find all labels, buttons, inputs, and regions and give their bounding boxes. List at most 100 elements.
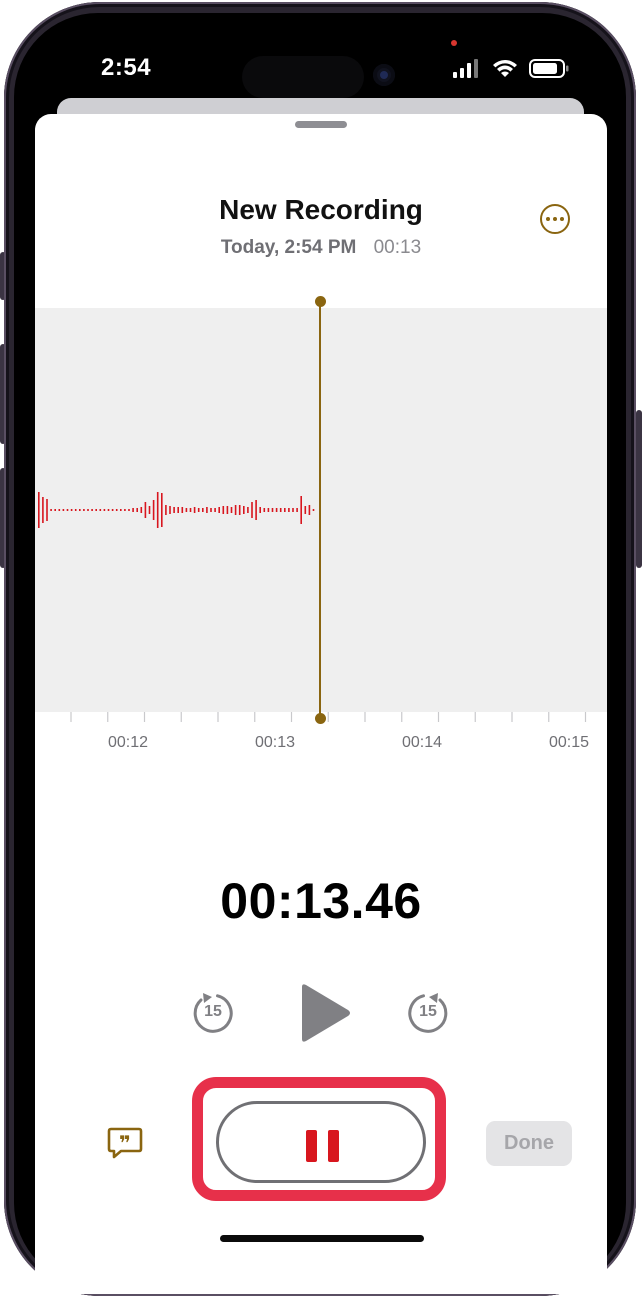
timeline-label: 00:14 xyxy=(401,734,443,751)
waveform-bar xyxy=(300,496,302,524)
waveform-bar xyxy=(79,509,81,511)
waveform-bar xyxy=(181,507,184,513)
waveform-bar xyxy=(189,508,192,512)
waveform-bar xyxy=(91,509,93,511)
skip-back-button[interactable]: 15 xyxy=(191,990,235,1036)
waveform-bar xyxy=(243,506,245,514)
waveform xyxy=(38,492,315,528)
battery-icon xyxy=(529,59,569,78)
timeline-label: 00:12 xyxy=(107,734,149,751)
recording-title[interactable]: New Recording xyxy=(35,194,607,226)
waveform-bar xyxy=(296,508,298,512)
waveform-bar xyxy=(152,500,155,520)
playhead[interactable] xyxy=(319,298,321,718)
waveform-bar xyxy=(308,505,311,515)
waveform-bar xyxy=(185,508,188,512)
cellular-signal-icon xyxy=(453,59,478,78)
pause-icon xyxy=(328,1130,339,1162)
home-indicator[interactable] xyxy=(220,1235,424,1242)
waveform-bar xyxy=(144,502,147,518)
waveform-bar xyxy=(120,509,122,511)
waveform-bar xyxy=(177,507,179,513)
sheet-grabber[interactable] xyxy=(295,121,347,128)
waveform-bar xyxy=(292,508,294,512)
waveform-bar xyxy=(197,508,200,512)
waveform-bar xyxy=(267,508,270,512)
waveform-bar xyxy=(193,507,196,513)
waveform-bar xyxy=(251,502,253,518)
waveform-bar xyxy=(234,505,237,515)
waveform-bar xyxy=(42,497,44,523)
waveform-bar xyxy=(115,509,118,511)
recording-meta: Today, 2:54 PM 00:13 xyxy=(35,237,607,259)
waveform-bar xyxy=(128,509,130,511)
waveform-bar xyxy=(202,508,204,512)
more-options-icon[interactable] xyxy=(540,204,570,234)
pause-icon xyxy=(306,1130,317,1162)
quote-bubble-icon[interactable]: ❞ xyxy=(107,1125,143,1161)
waveform-bar xyxy=(210,508,212,512)
waveform-bar xyxy=(271,508,274,512)
waveform-bar xyxy=(279,508,282,512)
done-button[interactable]: Done xyxy=(486,1121,572,1166)
waveform-bar xyxy=(275,508,278,512)
waveform-bar xyxy=(111,509,114,511)
waveform-bar xyxy=(259,507,261,513)
waveform-bar xyxy=(99,509,102,511)
status-time: 2:54 xyxy=(101,54,152,81)
waveform-bar xyxy=(165,505,167,515)
waveform-bar xyxy=(284,508,286,512)
waveform-bar xyxy=(124,509,126,511)
waveform-bar xyxy=(46,499,48,521)
waveform-bar xyxy=(304,506,307,514)
waveform-bar xyxy=(263,508,266,512)
power-button[interactable] xyxy=(636,410,642,568)
waveform-bar xyxy=(140,507,143,513)
waveform-bar xyxy=(214,508,216,512)
waveform-bar xyxy=(156,492,159,528)
dynamic-island xyxy=(242,56,364,98)
waveform-bar xyxy=(230,507,233,513)
waveform-bar xyxy=(222,506,225,514)
waveform-bar xyxy=(218,507,220,513)
waveform-bar xyxy=(288,508,290,512)
waveform-bar xyxy=(206,507,208,513)
waveform-bar xyxy=(173,507,175,513)
waveform-bar xyxy=(50,509,52,511)
waveform-bar xyxy=(132,508,134,512)
skip-forward-button[interactable]: 15 xyxy=(406,990,450,1036)
microphone-indicator-icon xyxy=(451,40,457,46)
recording-date: Today, 2:54 PM xyxy=(220,237,357,258)
waveform-bar xyxy=(87,509,89,511)
timeline-label: 00:13 xyxy=(254,734,296,751)
waveform-bar xyxy=(70,509,73,511)
waveform-bar xyxy=(247,507,249,513)
play-icon[interactable] xyxy=(298,983,352,1043)
waveform-bar xyxy=(107,509,110,511)
svg-text:❞: ❞ xyxy=(119,1131,131,1155)
waveform-bar xyxy=(95,509,97,511)
timeline-ticks xyxy=(70,712,587,722)
waveform-bar xyxy=(255,500,257,520)
waveform-bar xyxy=(38,492,40,528)
waveform-bar xyxy=(103,509,106,511)
playhead-top-handle[interactable] xyxy=(315,296,326,307)
recording-duration: 00:13 xyxy=(373,237,422,258)
waveform-bar xyxy=(148,506,151,514)
waveform-bar xyxy=(62,509,65,511)
waveform-bar xyxy=(66,509,69,511)
waveform-bar xyxy=(58,509,61,511)
waveform-bar xyxy=(161,493,163,527)
waveform-bar xyxy=(83,509,85,511)
waveform-bar xyxy=(238,505,241,515)
camera-icon xyxy=(373,64,395,86)
timeline-label: 00:15 xyxy=(548,734,590,751)
waveform-bar xyxy=(136,508,138,512)
waveform-bar xyxy=(169,506,171,514)
waveform-bar xyxy=(54,509,56,511)
pause-button[interactable] xyxy=(216,1101,426,1183)
waveform-bar xyxy=(226,506,229,514)
status-icons xyxy=(453,59,569,78)
wifi-icon xyxy=(493,60,517,77)
elapsed-time: 00:13.46 xyxy=(220,873,422,929)
